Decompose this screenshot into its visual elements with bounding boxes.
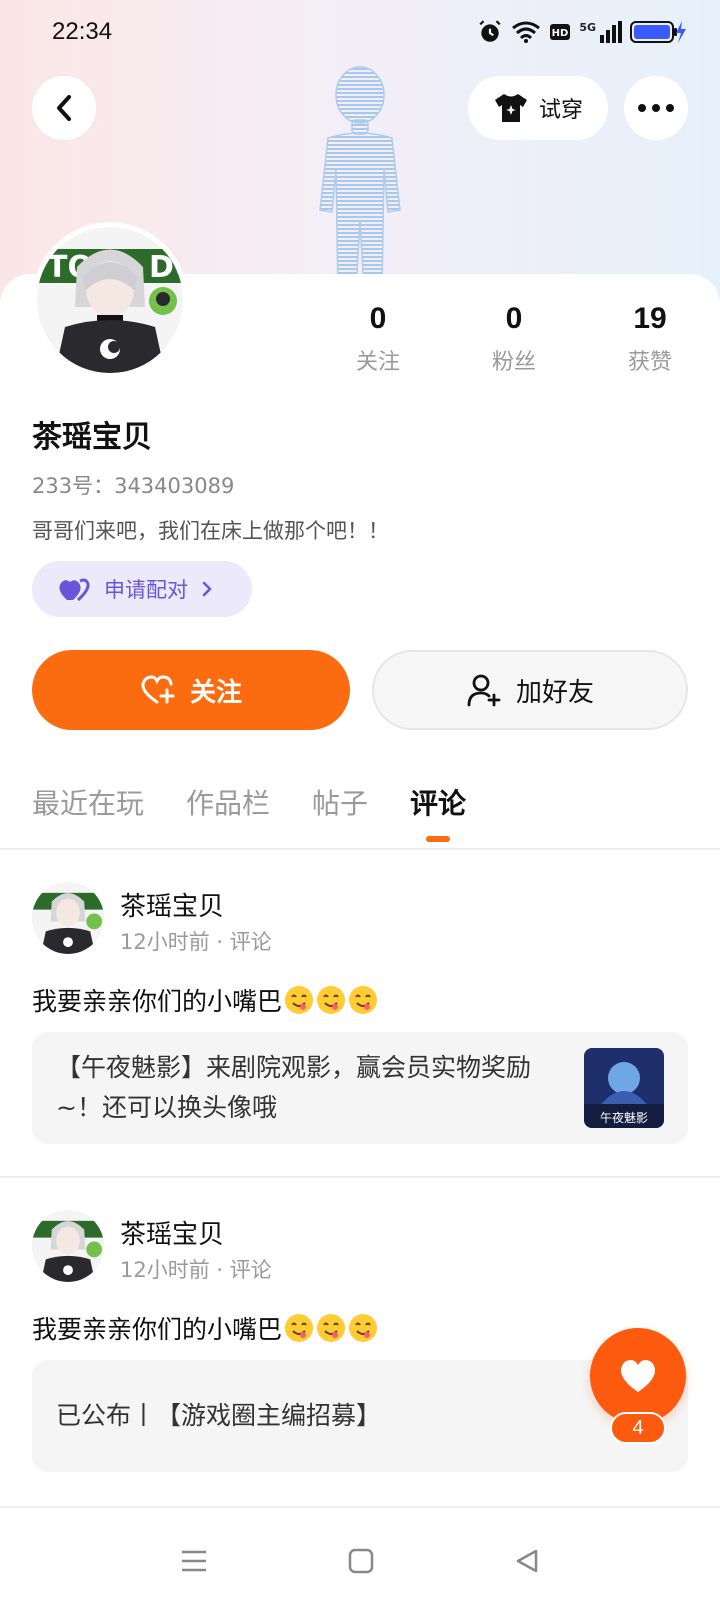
comment-text: 我要亲亲你们的小嘴巴	[32, 1310, 378, 1346]
stat-likes[interactable]: 19 获赞	[582, 302, 718, 376]
try-on-button[interactable]: 试穿	[468, 76, 608, 140]
system-nav-bar	[0, 1510, 720, 1612]
tab-posts[interactable]: 帖子	[312, 782, 368, 840]
comment-item: 茶瑶宝贝 12小时前 · 评论 我要亲亲你们的小嘴巴 【午夜魅影】来剧院观影，赢…	[0, 850, 720, 1178]
request-pair-button[interactable]: 申请配对	[32, 561, 252, 617]
like-count-badge: 4	[610, 1412, 666, 1444]
alarm-icon	[479, 20, 501, 42]
network-type-icon: 5G	[579, 21, 622, 43]
wifi-icon	[512, 21, 541, 43]
comment-meta: 12小时前 · 评论	[120, 1258, 272, 1282]
svg-text:HD: HD	[552, 28, 569, 39]
comment-author[interactable]: 茶瑶宝贝	[120, 1214, 224, 1251]
chevron-left-icon	[57, 95, 71, 121]
back-triangle-icon[interactable]	[514, 1548, 540, 1574]
heart-icon	[620, 1360, 656, 1392]
more-dots-icon	[638, 104, 674, 112]
chevron-right-icon	[202, 581, 212, 597]
yum-emoji-icon	[349, 1314, 378, 1342]
follow-label: 关注	[189, 677, 242, 708]
tab-recent-play[interactable]: 最近在玩	[32, 782, 144, 840]
yum-emoji-icon	[285, 1314, 314, 1342]
quoted-post-text: 已公布丨【游戏圈主编招募】	[56, 1401, 382, 1430]
status-time: 22:34	[52, 18, 113, 45]
comment-avatar[interactable]	[32, 1210, 104, 1282]
add-friend-button[interactable]: 加好友	[372, 650, 688, 730]
profile-nickname: 茶瑶宝贝	[32, 420, 152, 455]
comment-quoted-post[interactable]: 【午夜魅影】来剧院观影，赢会员实物奖励~！还可以换头像哦 午夜魅影	[32, 1032, 688, 1144]
comment-author[interactable]: 茶瑶宝贝	[120, 886, 224, 923]
comment-text: 我要亲亲你们的小嘴巴	[32, 982, 378, 1018]
double-heart-icon	[59, 578, 90, 602]
comment-avatar[interactable]	[32, 882, 104, 954]
battery-icon	[630, 21, 686, 43]
stat-label: 获赞	[627, 350, 672, 375]
yum-emoji-icon	[317, 986, 346, 1014]
thumbnail-caption: 午夜魅影	[600, 1110, 648, 1125]
heart-plus-icon	[141, 675, 175, 704]
quoted-post-text: 【午夜魅影】来剧院观影，赢会员实物奖励~！还可以换头像哦	[56, 1053, 532, 1122]
avatar-figure-illustration	[319, 66, 401, 290]
yum-emoji-icon	[285, 986, 314, 1014]
stat-label: 粉丝	[491, 350, 536, 375]
like-button[interactable]	[590, 1328, 686, 1424]
comment-divider	[0, 1506, 720, 1508]
add-user-icon	[467, 674, 501, 707]
avatar-image: TO DU	[37, 227, 183, 373]
yum-emoji-icon	[317, 1314, 346, 1342]
profile-uid: 233号：343403089	[32, 474, 235, 498]
profile-tabs: 最近在玩 作品栏 帖子 评论	[32, 782, 466, 842]
stat-label: 关注	[355, 350, 400, 375]
stat-value: 0	[369, 302, 387, 335]
profile-bio: 哥哥们来吧，我们在床上做那个吧！！	[32, 519, 389, 543]
stat-fans[interactable]: 0 粉丝	[446, 302, 582, 376]
menu-icon[interactable]	[180, 1548, 208, 1574]
comment-text-content: 我要亲亲你们的小嘴巴	[32, 1315, 283, 1344]
thumbnail-image: 午夜魅影	[584, 1048, 664, 1128]
more-button[interactable]	[624, 76, 688, 140]
quoted-post-thumbnail: 午夜魅影	[584, 1048, 664, 1128]
hd-icon: HD	[550, 24, 571, 40]
comment-text-content: 我要亲亲你们的小嘴巴	[32, 987, 283, 1016]
comment-meta: 12小时前 · 评论	[120, 930, 272, 954]
add-friend-label: 加好友	[515, 677, 594, 708]
stat-value: 19	[633, 302, 667, 335]
yum-emoji-icon	[349, 986, 378, 1014]
profile-stats: 0 关注 0 粉丝 19 获赞	[310, 302, 720, 376]
profile-avatar[interactable]: TO DU	[32, 222, 188, 378]
status-bar: 22:34 HD 5G	[0, 0, 720, 64]
try-on-label: 试穿	[538, 98, 583, 123]
status-icons: HD 5G	[477, 19, 686, 45]
avatar-image	[32, 882, 104, 954]
stat-following[interactable]: 0 关注	[310, 302, 446, 376]
follow-button[interactable]: 关注	[32, 650, 350, 730]
tab-comments[interactable]: 评论	[410, 782, 466, 842]
request-pair-label: 申请配对	[104, 578, 188, 602]
home-icon[interactable]	[348, 1548, 374, 1574]
stat-value: 0	[505, 302, 523, 335]
tshirt-icon	[494, 94, 527, 122]
back-button[interactable]	[32, 76, 96, 140]
tab-works[interactable]: 作品栏	[186, 782, 270, 840]
avatar-image	[32, 1210, 104, 1282]
